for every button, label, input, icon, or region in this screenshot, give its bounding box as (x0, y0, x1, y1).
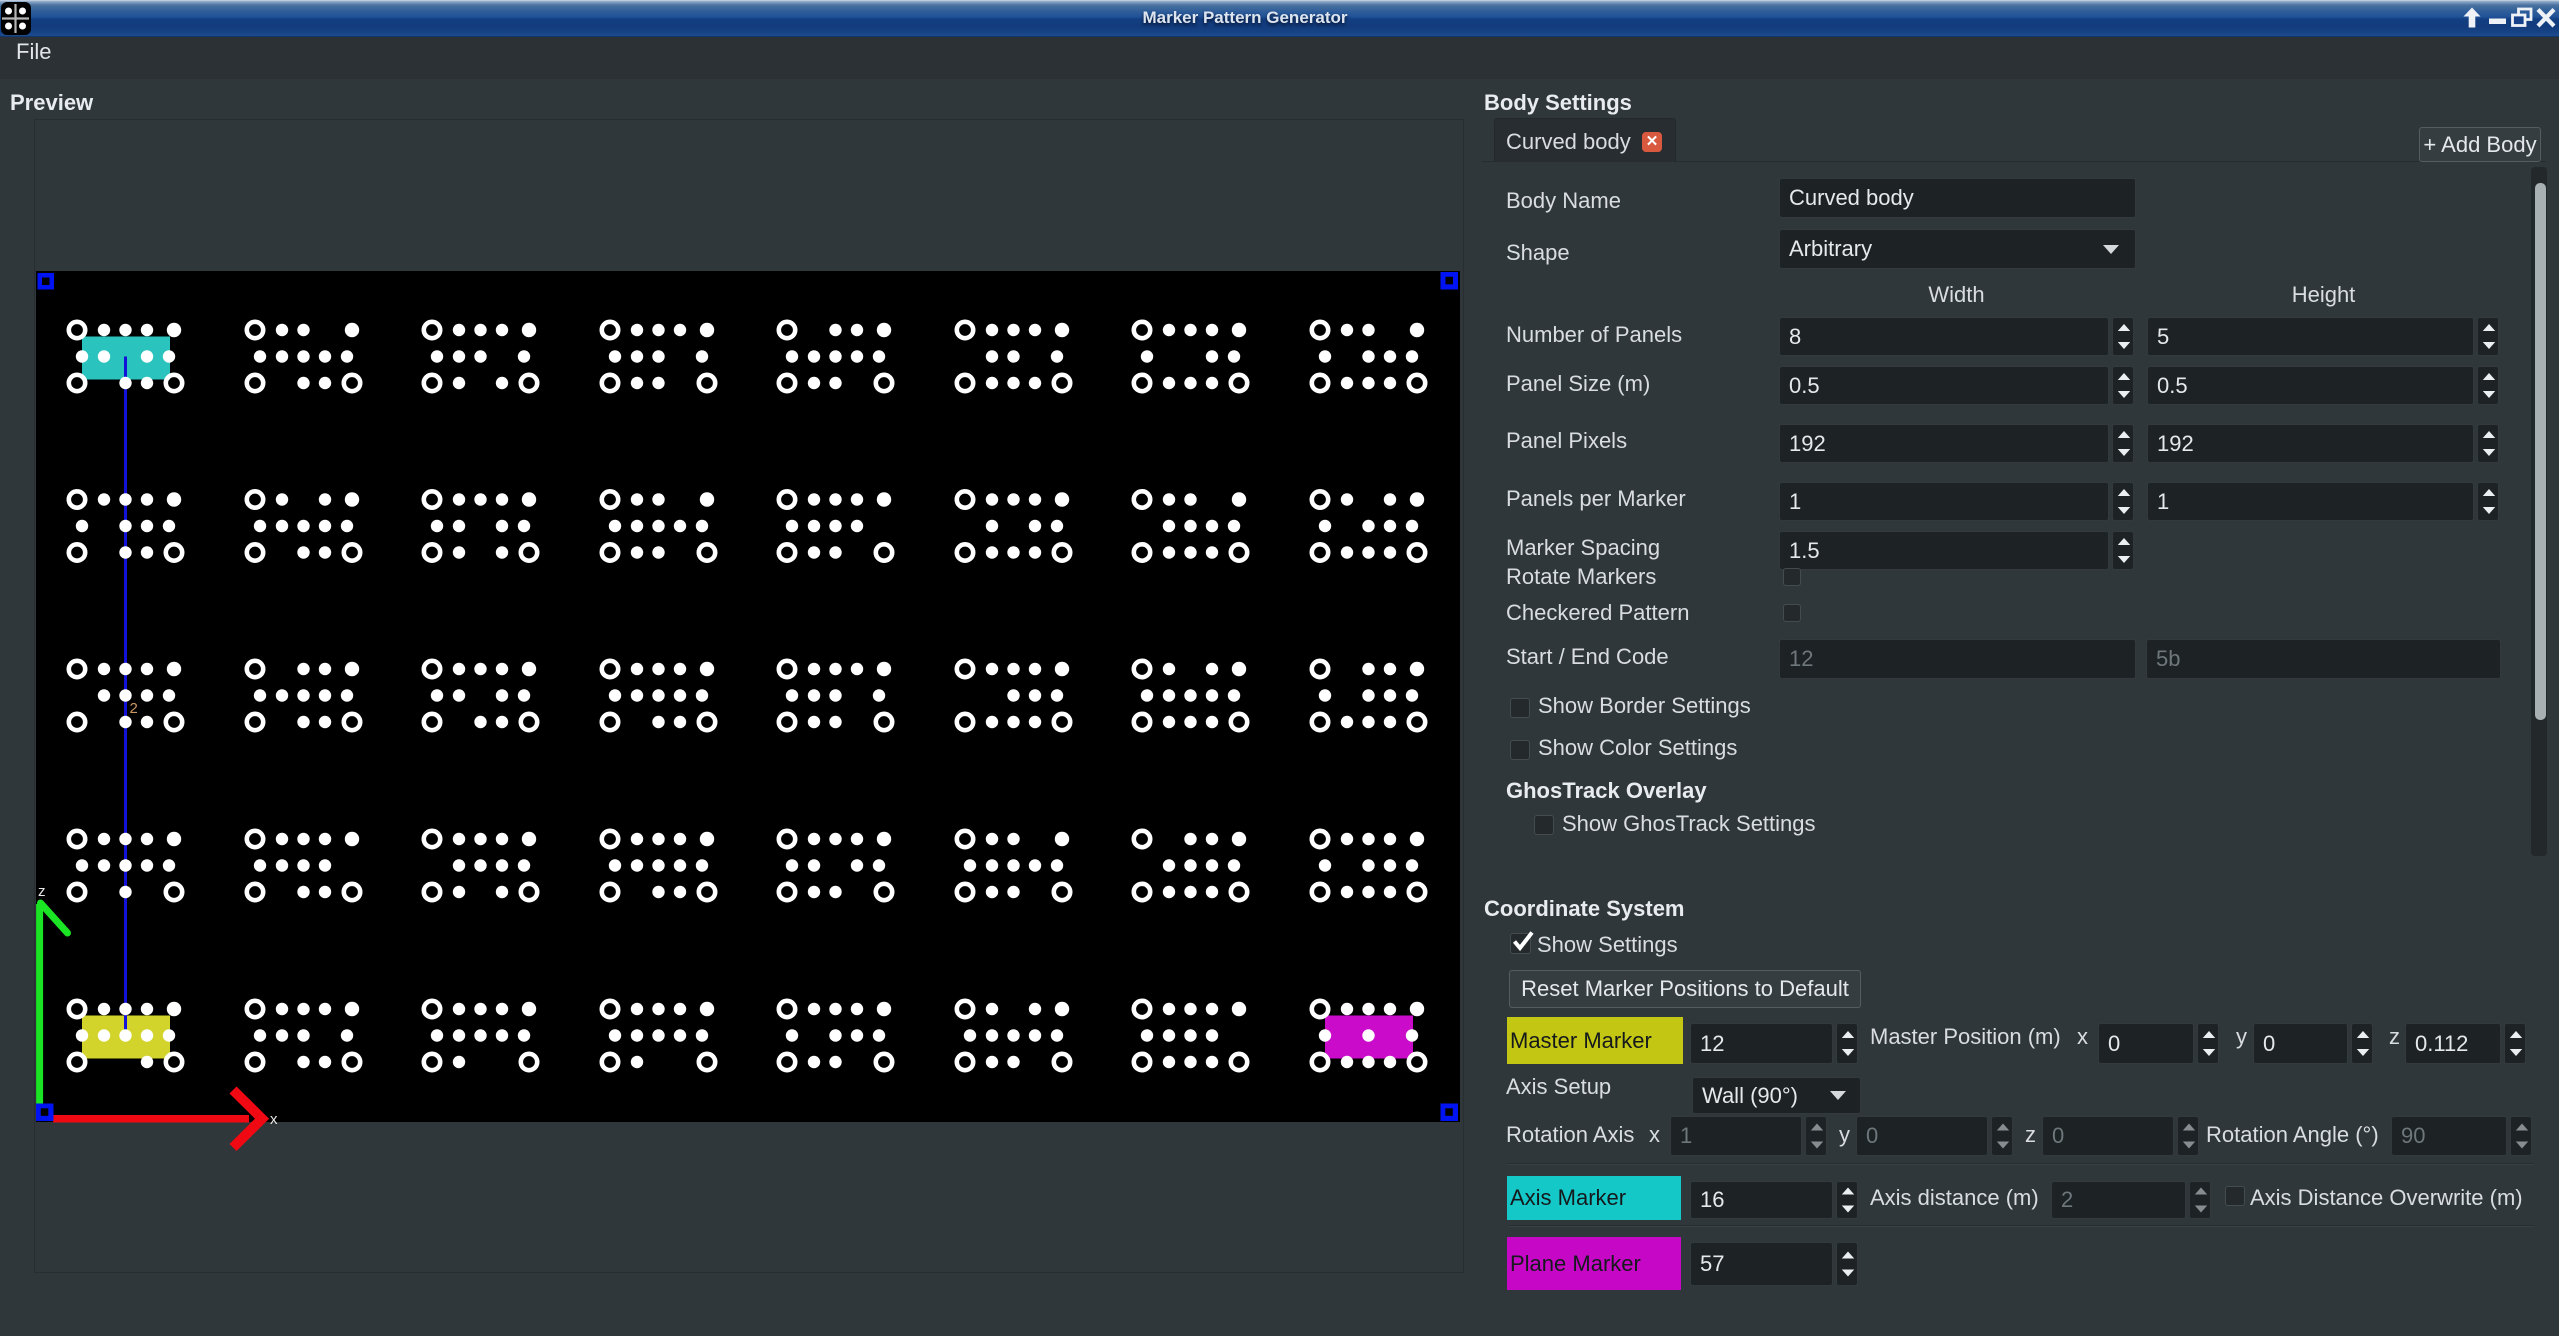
svg-text:x: x (270, 1111, 278, 1128)
svg-text:z: z (38, 883, 46, 900)
svg-text:2: 2 (130, 700, 138, 717)
